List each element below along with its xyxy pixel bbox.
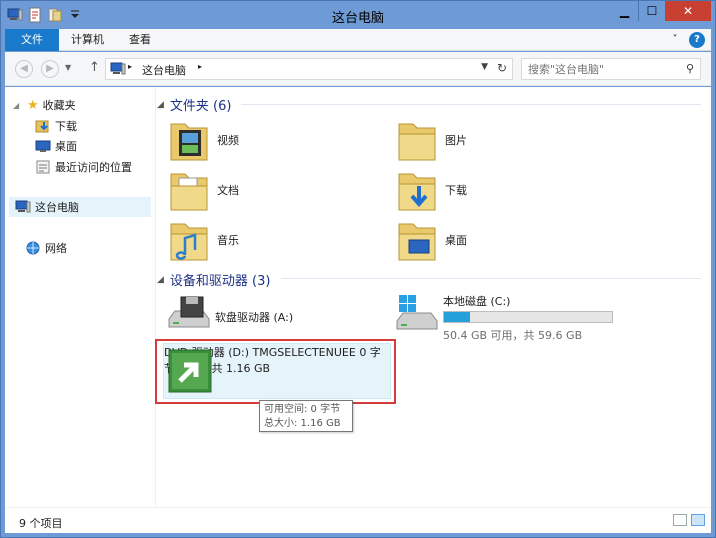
drive-local-c[interactable]: 本地磁盘 (C:) 50.4 GB 可用，共 59.6 GB: [393, 291, 623, 343]
nav-favorites[interactable]: ◢ ★ 收藏夹: [13, 95, 76, 115]
minimize-button[interactable]: ▁: [611, 1, 638, 21]
expand-ribbon-icon[interactable]: ˅: [667, 32, 683, 48]
item-count: 9 个项目: [19, 517, 63, 530]
navigation-pane: ◢ ★ 收藏夹 下载 桌面 最近访问的位置 这台电脑 网络: [5, 87, 155, 507]
tiles-view-icon[interactable]: [691, 514, 705, 526]
nav-item-network[interactable]: 网络: [25, 238, 67, 258]
desktop-icon: [35, 140, 51, 152]
downloads-folder-icon: [398, 173, 436, 211]
window-title: 这台电脑: [331, 11, 384, 26]
videos-folder-icon: [170, 123, 208, 161]
view-switcher: [673, 514, 705, 526]
nav-label: 最近访问的位置: [55, 161, 132, 174]
ribbon-right-controls: ˅ ?: [667, 32, 705, 48]
group-divider: [241, 104, 701, 105]
group-title: 文件夹 (6): [169, 99, 232, 114]
folder-item[interactable]: 文档: [169, 167, 239, 213]
status-bar: 9 个项目: [5, 507, 711, 533]
chevron-down-icon[interactable]: ◢: [157, 100, 164, 110]
computer-icon: [15, 200, 31, 213]
folder-label: 桌面: [445, 234, 467, 247]
group-divider: [281, 278, 701, 279]
explorer-window: 这台电脑 ▁ ☐ ✕ 文件 计算机 查看 ˅ ? ◀ ▶ ▼ ↑ ▸ 这台电脑 …: [0, 0, 716, 538]
local-disk-icon: [396, 295, 438, 330]
navigation-row: ◀ ▶ ▼ ↑ ▸ 这台电脑 ▸ ▼ ↻ ⚲: [5, 52, 711, 86]
folder-item[interactable]: 桌面: [397, 217, 467, 263]
drive-label: 软盘驱动器 (A:): [215, 311, 294, 324]
downloads-icon: [35, 120, 49, 133]
folder-label: 文档: [217, 184, 239, 197]
search-box[interactable]: ⚲: [521, 58, 701, 80]
nav-label: 下载: [55, 120, 77, 133]
disk-usage-fill: [444, 312, 470, 322]
breadcrumb-this-pc[interactable]: 这台电脑: [142, 62, 186, 78]
folder-item[interactable]: 下载: [397, 167, 467, 213]
folder-label: 音乐: [217, 234, 239, 247]
nav-item-this-pc[interactable]: 这台电脑: [9, 197, 151, 217]
desktop-folder-icon: [398, 223, 436, 261]
address-bar[interactable]: ▸ 这台电脑 ▸ ▼ ↻: [105, 58, 513, 80]
content-area: ◢ ★ 收藏夹 下载 桌面 最近访问的位置 这台电脑 网络 ◢ 文件夹 (6) …: [5, 87, 711, 507]
refresh-icon[interactable]: ↻: [497, 61, 507, 75]
back-button[interactable]: ◀: [15, 60, 33, 78]
forward-button[interactable]: ▶: [41, 60, 59, 78]
star-icon: ★: [27, 97, 39, 113]
chevron-down-icon[interactable]: ◢: [13, 101, 23, 110]
music-folder-icon: [170, 223, 208, 261]
chevron-down-icon[interactable]: ◢: [157, 275, 164, 285]
maximize-button[interactable]: ☐: [638, 1, 665, 21]
folder-label: 图片: [445, 134, 467, 147]
title-bar: 这台电脑 ▁ ☐ ✕: [1, 1, 715, 29]
search-input[interactable]: [522, 59, 672, 79]
drive-space: 50.4 GB 可用，共 59.6 GB: [443, 329, 583, 342]
search-icon[interactable]: ⚲: [686, 62, 694, 75]
help-icon[interactable]: ?: [689, 32, 705, 48]
up-button[interactable]: ↑: [89, 60, 100, 75]
ribbon-tabs: 文件 计算机 查看 ˅ ?: [5, 29, 711, 51]
folders-group-header[interactable]: ◢ 文件夹 (6): [157, 95, 231, 114]
annotation-highlight-box: [155, 339, 396, 404]
folder-item[interactable]: 图片: [397, 117, 467, 163]
nav-label: 网络: [45, 242, 67, 255]
drive-tooltip: 可用空间: 0 字节 总大小: 1.16 GB: [259, 400, 353, 432]
devices-group-header[interactable]: ◢ 设备和驱动器 (3): [157, 270, 270, 289]
nav-item-desktop[interactable]: 桌面: [35, 136, 77, 156]
folder-label: 视频: [217, 134, 239, 147]
close-button[interactable]: ✕: [665, 1, 711, 21]
documents-folder-icon: [170, 173, 208, 211]
folder-label: 下载: [445, 184, 467, 197]
recent-places-icon: [36, 160, 50, 174]
tab-computer[interactable]: 计算机: [59, 29, 116, 51]
tooltip-total-size: 总大小: 1.16 GB: [264, 418, 341, 429]
network-icon: [26, 241, 40, 255]
pictures-folder-icon: [398, 123, 436, 161]
tab-file[interactable]: 文件: [5, 29, 59, 51]
nav-label: 这台电脑: [35, 201, 79, 214]
computer-icon: [110, 62, 126, 75]
folder-item[interactable]: 音乐: [169, 217, 239, 263]
breadcrumb-separator[interactable]: ▸: [198, 62, 202, 71]
nav-label: 桌面: [55, 140, 77, 153]
pane-divider[interactable]: [155, 87, 156, 507]
recent-locations-icon[interactable]: ▼: [65, 63, 71, 72]
folder-item[interactable]: 视频: [169, 117, 239, 163]
drive-floppy[interactable]: 软盘驱动器 (A:): [165, 293, 365, 337]
nav-item-downloads[interactable]: 下载: [35, 116, 77, 136]
drive-label: 本地磁盘 (C:): [443, 295, 511, 308]
tooltip-free-space: 可用空间: 0 字节: [264, 404, 341, 415]
nav-item-recent-places[interactable]: 最近访问的位置: [35, 157, 132, 177]
address-dropdown-icon[interactable]: ▼: [481, 62, 488, 72]
floppy-drive-icon: [168, 296, 210, 328]
tab-view[interactable]: 查看: [117, 29, 163, 51]
breadcrumb-separator[interactable]: ▸: [128, 62, 132, 71]
details-view-icon[interactable]: [673, 514, 687, 526]
window-controls: ▁ ☐ ✕: [611, 1, 711, 21]
group-title: 设备和驱动器 (3): [169, 274, 271, 289]
nav-label: 收藏夹: [42, 99, 76, 112]
disk-usage-bar: [443, 311, 613, 323]
